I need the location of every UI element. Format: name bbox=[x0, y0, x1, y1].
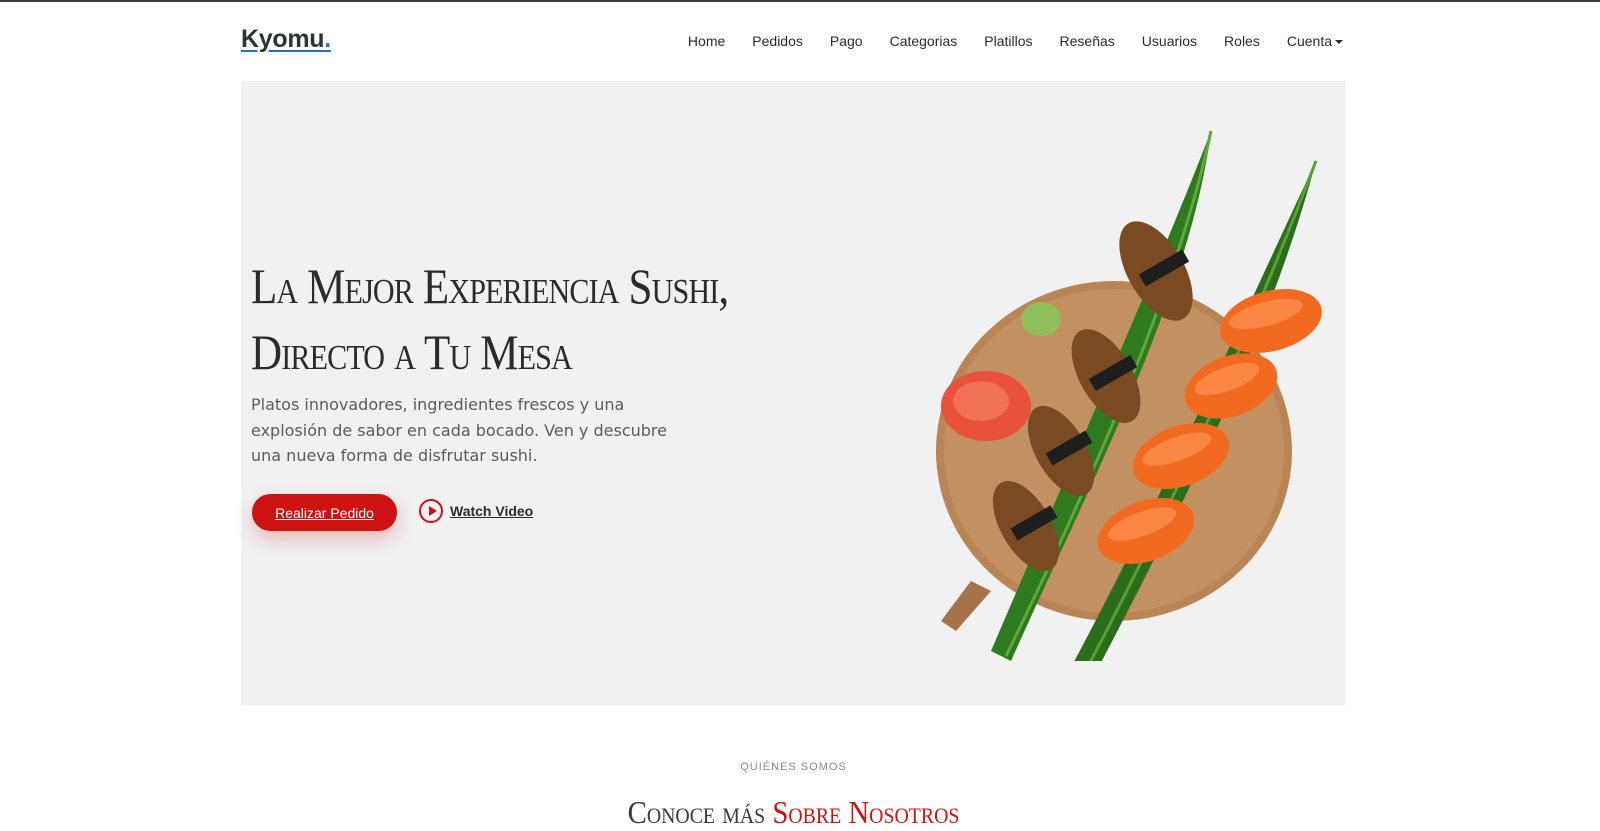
nav-item-resenas[interactable]: Reseñas bbox=[1046, 33, 1128, 49]
nav-item-pedidos[interactable]: Pedidos bbox=[739, 33, 817, 49]
hero-description: Platos innovadores, ingredientes frescos… bbox=[251, 395, 667, 465]
hero-title-line2: Directo a Tu Mesa bbox=[251, 324, 573, 380]
nav-item-home[interactable]: Home bbox=[674, 33, 738, 49]
nav-item-cuenta-dropdown[interactable]: Cuenta bbox=[1273, 33, 1343, 49]
nav-item-categorias[interactable]: Categorias bbox=[876, 33, 971, 49]
about-title-accent: Sobre Nosotros bbox=[772, 794, 960, 830]
nav-item-platillos[interactable]: Platillos bbox=[971, 33, 1046, 49]
nav-cuenta-label: Cuenta bbox=[1286, 33, 1332, 49]
main-nav: Home Pedidos Pago Categorias Platillos R… bbox=[674, 33, 1343, 49]
brand-logo[interactable]: Kyomu. bbox=[241, 25, 331, 54]
nav-item-usuarios[interactable]: Usuarios bbox=[1128, 33, 1210, 49]
nav-item-pago[interactable]: Pago bbox=[816, 33, 876, 49]
brand-dot: . bbox=[324, 25, 331, 53]
brand-name: Kyomu bbox=[241, 25, 325, 53]
hero-section: La Mejor Experiencia Sushi, Directo a Tu… bbox=[241, 81, 1345, 705]
watch-video-label: Watch Video bbox=[450, 503, 534, 519]
watch-video-link[interactable]: Watch Video bbox=[419, 499, 533, 523]
play-icon bbox=[419, 499, 443, 523]
hero-title-line1: La Mejor Experiencia Sushi, bbox=[251, 258, 729, 314]
about-title-plain: Conoce más bbox=[627, 794, 773, 830]
hero-title: La Mejor Experiencia Sushi, Directo a Tu… bbox=[251, 253, 767, 385]
sushi-platter-image bbox=[936, 130, 1322, 661]
order-button[interactable]: Realizar Pedido bbox=[252, 494, 397, 531]
about-section-label: QUIÉNES SOMOS bbox=[740, 761, 847, 773]
about-section-title: Conoce más Sobre Nosotros bbox=[79, 794, 1507, 831]
caret-down-icon bbox=[1335, 40, 1343, 44]
nav-item-roles[interactable]: Roles bbox=[1211, 33, 1274, 49]
